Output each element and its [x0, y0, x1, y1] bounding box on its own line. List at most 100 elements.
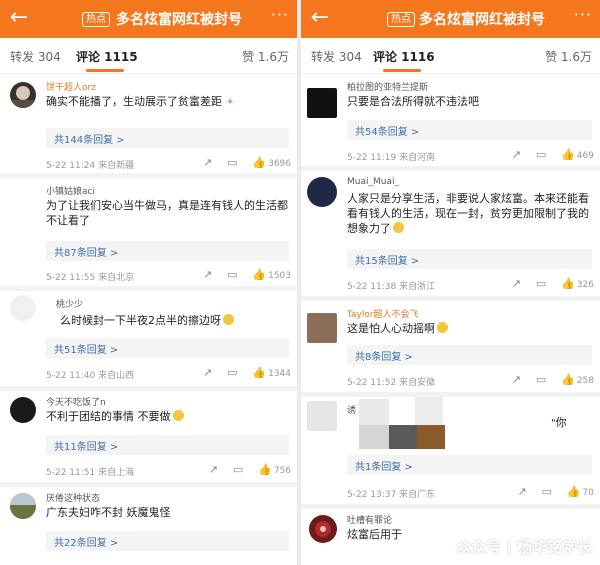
- like-count: 1503: [268, 271, 291, 281]
- avatar[interactable]: [307, 313, 337, 343]
- share-icon[interactable]: ↗: [512, 373, 521, 386]
- comment-icon[interactable]: ▭: [227, 268, 237, 281]
- share-icon[interactable]: ↗: [203, 268, 212, 281]
- like-count: 3696: [268, 159, 291, 169]
- avatar[interactable]: [10, 493, 36, 519]
- comment-meta: 5-22 11:55 来自北京: [46, 273, 135, 283]
- sticker-icon: ✦: [226, 97, 235, 108]
- tab-comments[interactable]: 评论 1116: [373, 48, 435, 72]
- share-icon[interactable]: ↗: [203, 156, 212, 169]
- comment-text: 么时候封一下半夜2点半的擦边呀: [60, 314, 221, 327]
- comment-text: 只要是合法所得就不违法吧: [347, 95, 479, 108]
- divider: [0, 173, 297, 178]
- like-icon[interactable]: 👍: [252, 156, 266, 169]
- like-icon[interactable]: 👍: [567, 485, 581, 498]
- comment-icon[interactable]: ▭: [536, 148, 546, 161]
- mosaic-block: [389, 425, 417, 449]
- like-count: 258: [576, 376, 594, 386]
- avatar[interactable]: [307, 401, 337, 431]
- avatar[interactable]: [10, 295, 36, 321]
- comment-icon[interactable]: ▭: [233, 463, 243, 476]
- comment-icon[interactable]: ▭: [227, 366, 237, 379]
- username[interactable]: 厌倦这种状态: [46, 491, 100, 504]
- username[interactable]: 吐槽有罪论: [347, 513, 392, 526]
- replies-link[interactable]: 共87条回复 >: [46, 241, 289, 261]
- share-icon[interactable]: ↗: [209, 463, 218, 476]
- tab-likes[interactable]: 赞 1.6万: [545, 48, 592, 65]
- avatar[interactable]: [10, 397, 36, 423]
- replies-link[interactable]: 共22条回复 >: [46, 531, 289, 551]
- left-screenshot: ← 热点 多名炫富网红被封号 ··· 转发 304 评论 1115 赞 1.6万…: [0, 0, 297, 565]
- like-count: 756: [273, 466, 291, 476]
- comment-meta: 5-22 11:24 来自新疆: [46, 161, 135, 171]
- tab-comments[interactable]: 评论 1115: [76, 48, 138, 72]
- avatar[interactable]: [10, 180, 36, 206]
- post-title: 多名炫富网红被封号: [419, 12, 545, 28]
- username[interactable]: 小镇姑娘aci: [46, 184, 95, 197]
- more-menu-icon[interactable]: ···: [271, 5, 289, 24]
- username[interactable]: 诱: [347, 403, 356, 416]
- comment-icon[interactable]: ▭: [536, 373, 546, 386]
- comment-icon[interactable]: ▭: [227, 156, 237, 169]
- divider: [301, 296, 600, 301]
- hot-badge: 热点: [387, 12, 415, 27]
- back-arrow-icon[interactable]: ←: [6, 5, 32, 31]
- mosaic-block: [417, 425, 445, 449]
- comment-text: 确实不能播了，生动展示了贫富差距: [46, 95, 222, 108]
- emoji-icon: [223, 314, 234, 325]
- replies-link[interactable]: 共11条回复 >: [46, 435, 289, 455]
- tab-likes[interactable]: 赞 1.6万: [242, 48, 289, 65]
- replies-link[interactable]: 共54条回复 >: [347, 120, 592, 140]
- divider: [301, 504, 600, 509]
- avatar[interactable]: [309, 515, 337, 543]
- hot-badge: 热点: [82, 12, 110, 27]
- back-arrow-icon[interactable]: ←: [307, 5, 333, 31]
- comment-meta: 5-22 11:38 来自浙江: [347, 282, 436, 292]
- username[interactable]: Muai_Muai_: [347, 177, 399, 187]
- divider: [0, 386, 297, 391]
- like-count: 70: [582, 488, 594, 498]
- tab-repost[interactable]: 转发 304: [311, 48, 362, 65]
- comment-actions: ↗ ▭ 👍 1344: [191, 366, 291, 379]
- divider: [0, 286, 297, 291]
- username[interactable]: 柏拉图的亚特兰提斯: [347, 80, 428, 93]
- comment-meta: 5-22 11:52 来自安徽: [347, 378, 436, 388]
- comment-icon[interactable]: ▭: [542, 485, 552, 498]
- like-icon[interactable]: 👍: [258, 463, 272, 476]
- comment-text: 广东夫妇咋不封 妖魔鬼怪: [46, 506, 171, 519]
- share-icon[interactable]: ↗: [512, 277, 521, 290]
- comment-actions: ↗ ▭ 👍 70: [505, 485, 594, 498]
- comment-actions: ↗ ▭ 👍 469: [500, 148, 594, 161]
- avatar[interactable]: [307, 177, 337, 207]
- more-menu-icon[interactable]: ···: [574, 5, 592, 24]
- tab-repost[interactable]: 转发 304: [10, 48, 61, 65]
- username[interactable]: 饼干超人orz: [46, 80, 96, 93]
- like-icon[interactable]: 👍: [561, 373, 575, 386]
- watermark: 众众号 | 杨华铭学长: [456, 538, 592, 556]
- replies-link[interactable]: 共144条回复 >: [46, 128, 289, 148]
- share-icon[interactable]: ↗: [517, 485, 526, 498]
- replies-link[interactable]: 共8条回复 >: [347, 345, 592, 365]
- like-icon[interactable]: 👍: [252, 268, 266, 281]
- username[interactable]: 桃少少: [56, 297, 83, 310]
- replies-link[interactable]: 共51条回复 >: [46, 338, 289, 358]
- like-icon[interactable]: 👍: [561, 148, 575, 161]
- avatar[interactable]: [10, 82, 36, 108]
- username[interactable]: 今天不吃饭了n: [46, 395, 106, 408]
- comment-text: 这是怕人心动摇啊: [347, 322, 435, 335]
- comment-text: 不利于团结的事情 不要做: [46, 410, 171, 423]
- like-icon[interactable]: 👍: [561, 277, 575, 290]
- like-icon[interactable]: 👍: [252, 366, 266, 379]
- replies-link[interactable]: 共15条回复 >: [347, 249, 592, 269]
- share-icon[interactable]: ↗: [512, 148, 521, 161]
- username[interactable]: Taylor超人不会飞: [347, 307, 419, 320]
- replies-link[interactable]: 共1条回复 >: [347, 455, 592, 475]
- comment-icon[interactable]: ▭: [536, 277, 546, 290]
- avatar[interactable]: [307, 88, 337, 118]
- top-bar: ← 热点 多名炫富网红被封号 ···: [0, 0, 297, 38]
- like-count: 1344: [268, 369, 291, 379]
- like-count: 469: [576, 151, 594, 161]
- comment-meta: 5-22 11:40 来自山西: [46, 371, 135, 381]
- share-icon[interactable]: ↗: [203, 366, 212, 379]
- comment-text: 你: [555, 416, 567, 429]
